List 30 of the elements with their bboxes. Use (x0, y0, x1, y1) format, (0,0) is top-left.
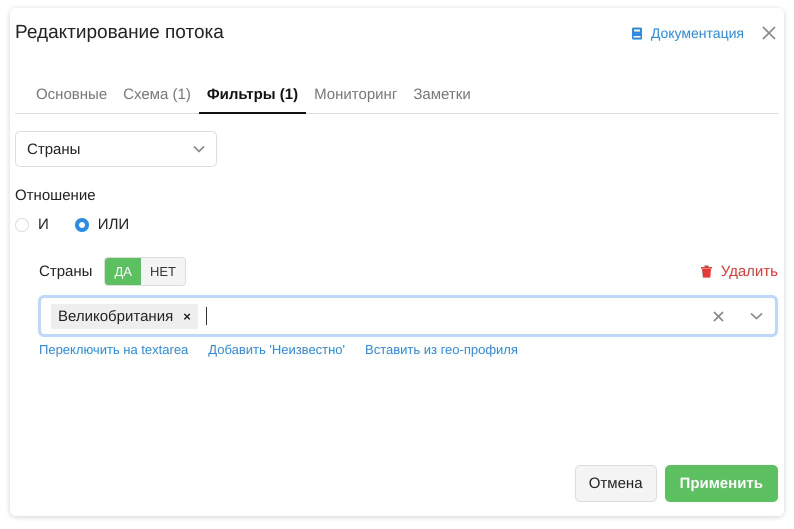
close-icon[interactable] (762, 26, 776, 40)
action-link[interactable]: Переключить на textarea (39, 342, 188, 357)
book-icon (630, 26, 643, 40)
tab[interactable]: Мониторинг (306, 80, 406, 114)
chevron-down-icon (193, 145, 205, 153)
countries-input-field[interactable]: Великобритания × (38, 295, 778, 337)
delete-link[interactable]: Удалить (700, 263, 778, 280)
filter-label: Страны (39, 263, 92, 280)
trash-icon (700, 265, 712, 278)
filter-type-select[interactable]: Страны (15, 131, 217, 167)
clear-icon[interactable] (713, 310, 724, 322)
apply-button[interactable]: Применить (664, 465, 778, 502)
tab[interactable]: Основные (28, 80, 116, 114)
relation-label: Отношение (15, 187, 97, 204)
chevron-down-icon[interactable] (750, 312, 763, 320)
radio-option[interactable]: ИЛИ (74, 216, 130, 233)
cancel-button[interactable]: Отмена (574, 465, 657, 502)
dialog-title: Редактирование потока (15, 22, 225, 44)
toggle-option[interactable]: ДА (105, 258, 141, 285)
toggle-option[interactable]: НЕТ (140, 258, 185, 285)
tab[interactable]: Схема (1) (115, 80, 199, 114)
country-tag: Великобритания × (51, 304, 198, 328)
tab[interactable]: Фильтры (1) (198, 80, 306, 114)
tab[interactable]: Заметки (405, 80, 479, 114)
radio-option[interactable]: И (15, 216, 49, 233)
action-link[interactable]: Добавить 'Неизвестно' (208, 342, 346, 357)
tag-remove-button[interactable]: × (183, 308, 191, 324)
text-cursor (206, 307, 207, 325)
documentation-link[interactable]: Документация (630, 25, 744, 41)
action-link[interactable]: Вставить из гео-профиля (365, 342, 518, 357)
